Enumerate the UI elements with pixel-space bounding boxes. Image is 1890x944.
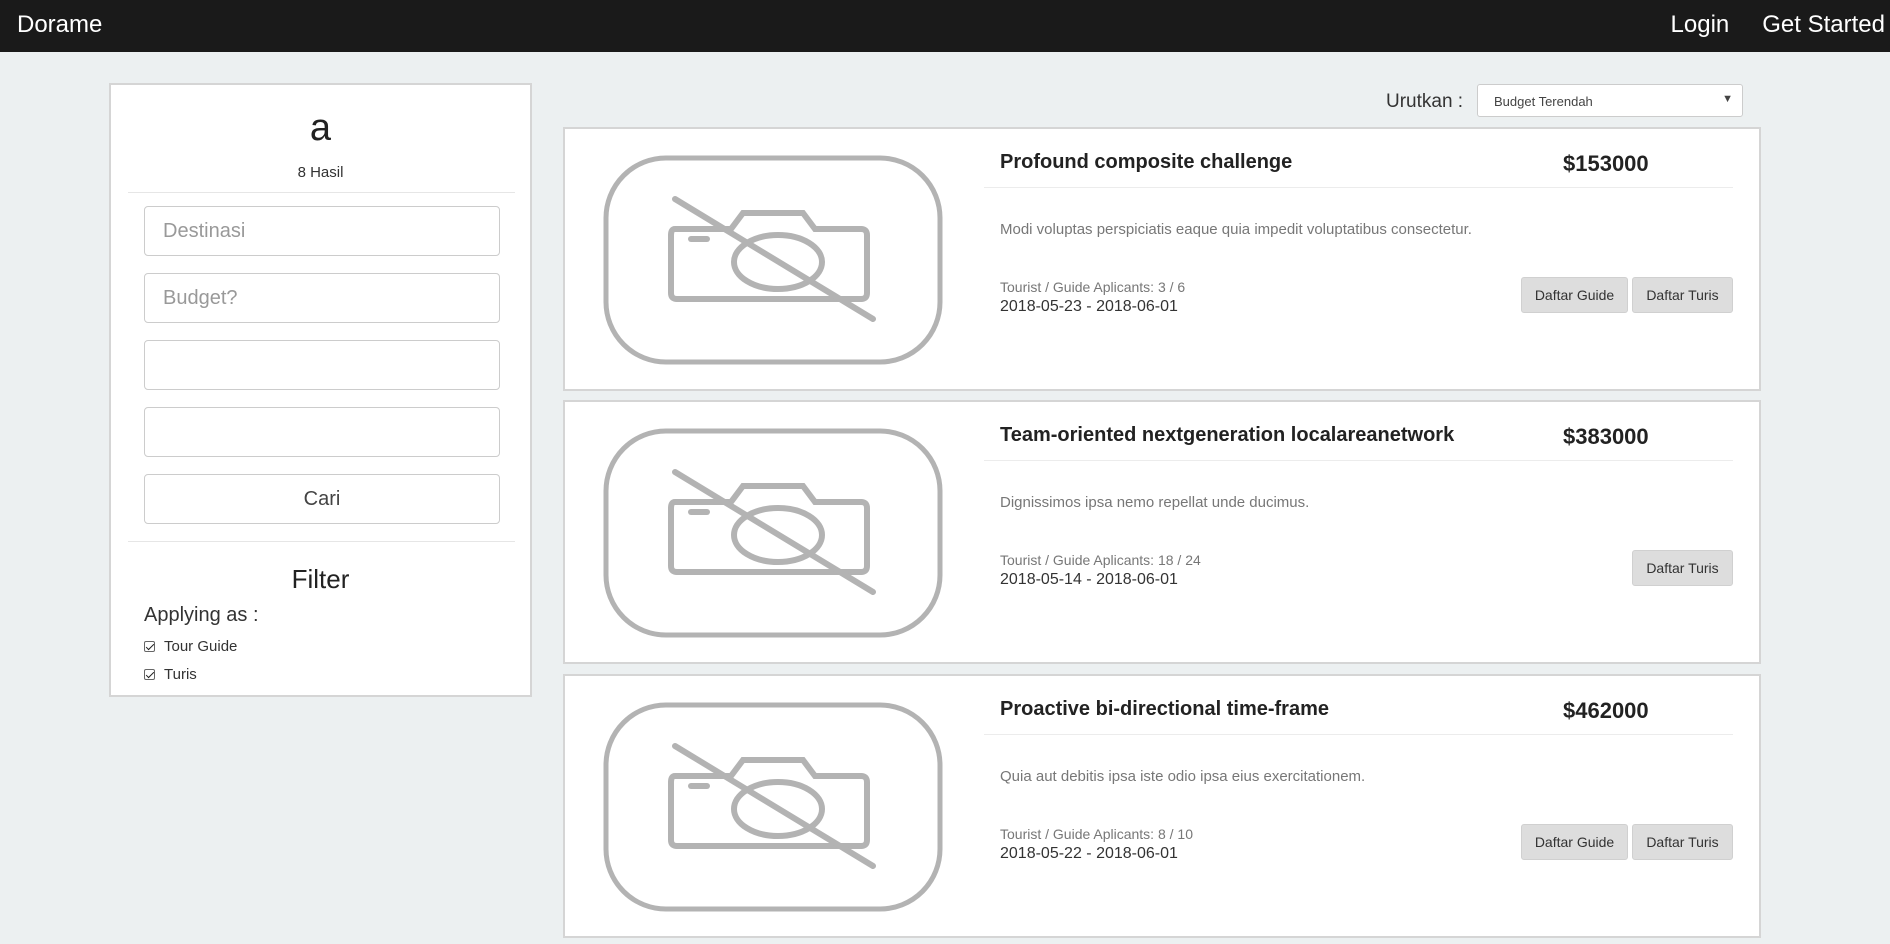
caret-down-icon: ▼ — [1722, 93, 1733, 105]
filter-label: Tour Guide — [164, 638, 238, 655]
daftar-turis-button[interactable]: Daftar Turis — [1632, 550, 1733, 586]
sort-selected-value: Budget Terendah — [1494, 94, 1593, 109]
listing-dates: 2018-05-14 - 2018-06-01 — [1000, 571, 1178, 588]
no-camera-icon — [603, 702, 943, 912]
nav-links: Login Get Started — [1671, 11, 1885, 39]
date-from-input[interactable] — [144, 340, 500, 390]
listing-dates: 2018-05-22 - 2018-06-01 — [1000, 845, 1178, 862]
no-camera-icon — [603, 155, 943, 365]
no-camera-icon — [603, 428, 943, 638]
top-navbar: Dorame Login Get Started — [0, 0, 1890, 52]
daftar-turis-button[interactable]: Daftar Turis — [1632, 824, 1733, 860]
listing-price: $462000 — [1563, 698, 1649, 723]
divider — [128, 192, 515, 193]
filter-label: Turis — [164, 666, 197, 683]
login-link[interactable]: Login — [1671, 11, 1730, 39]
divider — [984, 734, 1733, 735]
listing-card: Proactive bi-directional time-frame $462… — [563, 674, 1761, 938]
listing-applicants: Tourist / Guide Aplicants: 3 / 6 — [1000, 279, 1186, 295]
listing-price: $383000 — [1563, 424, 1649, 449]
destinasi-input[interactable] — [144, 206, 500, 256]
brand-logo[interactable]: Dorame — [17, 11, 102, 39]
daftar-guide-button[interactable]: Daftar Guide — [1521, 277, 1628, 313]
get-started-link[interactable]: Get Started — [1762, 11, 1885, 39]
filter-title: Filter — [291, 564, 350, 594]
daftar-guide-button[interactable]: Daftar Guide — [1521, 824, 1628, 860]
search-query-text: a — [309, 107, 332, 149]
checkbox-checked-icon[interactable] — [144, 669, 155, 680]
filter-turis[interactable]: Turis — [144, 666, 197, 683]
listing-description: Dignissimos ipsa nemo repellat unde duci… — [1000, 494, 1310, 511]
listing-card: Profound composite challenge $153000 Mod… — [563, 127, 1761, 391]
listing-description: Modi voluptas perspiciatis eaque quia im… — [1000, 221, 1472, 238]
filter-tour-guide[interactable]: Tour Guide — [144, 638, 237, 655]
listing-price: $153000 — [1563, 151, 1649, 176]
divider — [984, 187, 1733, 188]
listing-description: Quia aut debitis ipsa iste odio ipsa eiu… — [1000, 768, 1366, 785]
sort-label: Urutkan : — [1386, 91, 1464, 112]
divider — [128, 541, 515, 542]
result-count: 8 Hasil — [297, 164, 344, 181]
daftar-turis-button[interactable]: Daftar Turis — [1632, 277, 1733, 313]
divider — [984, 460, 1733, 461]
listing-title[interactable]: Team-oriented nextgeneration localareane… — [1000, 424, 1454, 447]
listing-applicants: Tourist / Guide Aplicants: 8 / 10 — [1000, 826, 1193, 842]
listing-title[interactable]: Proactive bi-directional time-frame — [1000, 698, 1329, 721]
search-button[interactable]: Cari — [144, 474, 500, 524]
listing-card: Team-oriented nextgeneration localareane… — [563, 400, 1761, 664]
search-sidebar: a 8 Hasil Cari Filter Applying as : Tour… — [109, 83, 532, 697]
listing-title[interactable]: Profound composite challenge — [1000, 151, 1292, 174]
date-to-input[interactable] — [144, 407, 500, 457]
listing-dates: 2018-05-23 - 2018-06-01 — [1000, 298, 1178, 315]
budget-input[interactable] — [144, 273, 500, 323]
applying-as-label: Applying as : — [144, 604, 259, 626]
listing-applicants: Tourist / Guide Aplicants: 18 / 24 — [1000, 552, 1201, 568]
checkbox-checked-icon[interactable] — [144, 641, 155, 652]
sort-select[interactable]: Budget Terendah ▼ — [1477, 84, 1743, 117]
